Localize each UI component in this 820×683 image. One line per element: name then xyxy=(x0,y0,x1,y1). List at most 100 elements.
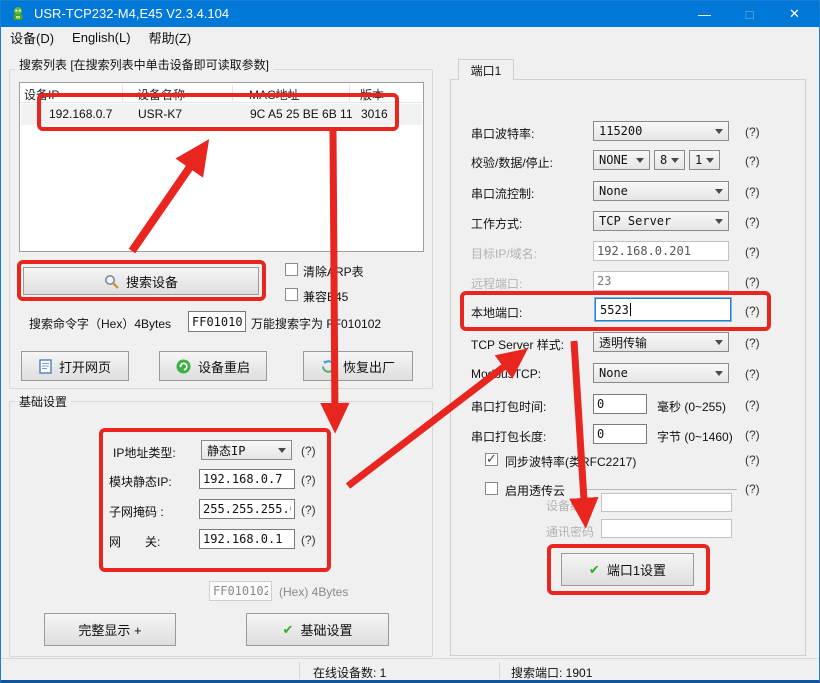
maximize-button[interactable]: □ xyxy=(727,1,772,27)
chevron-down-icon xyxy=(636,158,644,163)
local-port-help[interactable]: (?) xyxy=(745,304,760,318)
pack-len-help[interactable]: (?) xyxy=(745,428,760,442)
flow-select[interactable]: None xyxy=(593,181,729,201)
target-ip-help[interactable]: (?) xyxy=(745,245,760,259)
search-group-title: 搜索列表 [在搜索列表中单击设备即可读取参数] xyxy=(15,56,273,73)
baud-help[interactable]: (?) xyxy=(745,125,760,139)
check-icon: ✔ xyxy=(283,622,294,638)
work-mode-help[interactable]: (?) xyxy=(745,215,760,229)
open-web-label: 打开网页 xyxy=(59,357,111,376)
minimize-icon: — xyxy=(698,7,711,22)
pack-len-input[interactable] xyxy=(593,424,647,444)
sync-baud-help[interactable]: (?) xyxy=(745,453,760,467)
search-device-button[interactable]: 搜索设备 xyxy=(23,267,259,295)
compat-e45-label: 兼容E45 xyxy=(303,288,348,305)
pack-time-input[interactable] xyxy=(593,394,647,414)
compat-e45-checkbox[interactable] xyxy=(285,288,298,301)
password-label: 通讯密码 xyxy=(546,523,594,540)
work-mode-select[interactable]: TCP Server xyxy=(593,211,729,231)
minimize-button[interactable]: — xyxy=(682,1,727,27)
menu-device[interactable]: 设备(D) xyxy=(1,26,63,49)
app-window: USR-TCP232-M4,E45 V2.3.4.104 — □ ✕ 设备(D)… xyxy=(0,0,820,683)
baud-value: 115200 xyxy=(599,124,642,138)
local-port-value: 5523 xyxy=(600,303,629,317)
ip-type-select[interactable]: 静态IP xyxy=(201,440,292,460)
col-mac[interactable]: MAC地址 xyxy=(249,86,300,103)
tab-port1[interactable]: 端口1 xyxy=(458,59,514,80)
parity-value: NONE xyxy=(599,153,628,167)
parity-help[interactable]: (?) xyxy=(745,154,760,168)
cloud-help[interactable]: (?) xyxy=(745,482,760,496)
cell-mac: 9C A5 25 BE 6B 11 xyxy=(250,107,353,121)
tcp-style-value: 透明传输 xyxy=(599,334,647,351)
baud-label: 串口波特率: xyxy=(471,125,534,142)
table-row[interactable]: 192.168.0.7 USR-K7 9C A5 25 BE 6B 11 301… xyxy=(21,104,422,125)
chevron-down-icon xyxy=(715,129,723,134)
databits-select[interactable]: 8 xyxy=(654,150,685,170)
baud-select[interactable]: 115200 xyxy=(593,121,729,141)
clear-arp-checkbox[interactable] xyxy=(285,263,298,276)
col-version[interactable]: 版本 xyxy=(360,86,384,103)
ip-type-value: 静态IP xyxy=(207,442,245,459)
flow-value: None xyxy=(599,184,628,198)
modbus-select[interactable]: None xyxy=(593,363,729,383)
document-icon xyxy=(39,359,52,374)
ip-type-help[interactable]: (?) xyxy=(301,444,316,458)
pack-time-unit: 毫秒 (0~255) xyxy=(657,398,726,415)
search-cmd-input[interactable] xyxy=(188,311,246,332)
parity-select[interactable]: NONE xyxy=(593,150,650,170)
chevron-down-icon xyxy=(671,158,679,163)
sync-baud-label: 同步波特率(类RFC2217) xyxy=(505,453,636,470)
device-list-header: 设备IP 设备名称 MAC地址 版本 xyxy=(20,83,423,103)
factory-reset-button[interactable]: 恢复出厂 xyxy=(303,351,413,381)
col-device-name[interactable]: 设备名称 xyxy=(137,86,185,103)
device-id-input xyxy=(601,493,732,512)
local-port-input[interactable]: 5523 xyxy=(595,298,731,321)
close-button[interactable]: ✕ xyxy=(772,1,817,27)
online-device-count: 在线设备数: 1 xyxy=(313,664,386,681)
clear-arp-label: 清除ARP表 xyxy=(303,263,364,280)
restart-icon xyxy=(176,359,191,374)
modbus-help[interactable]: (?) xyxy=(745,367,760,381)
modbus-label: ModbusTCP: xyxy=(471,367,541,381)
col-device-ip[interactable]: 设备IP xyxy=(24,86,59,103)
basic-set-label: 基础设置 xyxy=(300,620,352,639)
device-list: 设备IP 设备名称 MAC地址 版本 192.168.0.7 USR-K7 9C… xyxy=(19,82,424,252)
gateway-input[interactable] xyxy=(199,529,295,549)
static-ip-help[interactable]: (?) xyxy=(301,473,316,487)
tcp-style-help[interactable]: (?) xyxy=(745,336,760,350)
databits-value: 8 xyxy=(660,153,667,167)
cloud-checkbox[interactable] xyxy=(485,482,498,495)
subnet-help[interactable]: (?) xyxy=(301,503,316,517)
static-ip-input[interactable] xyxy=(199,469,295,489)
factory-reset-icon xyxy=(321,359,336,374)
search-cmd-label: 搜索命令字（Hex）4Bytes xyxy=(29,315,171,332)
tcp-style-label: TCP Server 样式: xyxy=(471,336,564,353)
chevron-down-icon xyxy=(715,371,723,376)
sync-baud-checkbox[interactable]: ✓ xyxy=(485,453,498,466)
app-icon xyxy=(10,6,26,22)
flow-help[interactable]: (?) xyxy=(745,185,760,199)
subnet-input[interactable] xyxy=(199,499,295,519)
restart-device-button[interactable]: 设备重启 xyxy=(159,351,267,381)
cell-device-ip: 192.168.0.7 xyxy=(49,107,112,121)
gateway-help[interactable]: (?) xyxy=(301,533,316,547)
pack-time-help[interactable]: (?) xyxy=(745,398,760,412)
menu-bar: 设备(D) English(L) 帮助(Z) xyxy=(1,27,819,49)
checkmark-icon: ✓ xyxy=(486,451,497,467)
menu-help[interactable]: 帮助(Z) xyxy=(140,26,201,49)
static-ip-label: 模块静态IP: xyxy=(109,473,172,490)
open-web-button[interactable]: 打开网页 xyxy=(21,351,129,381)
basic-set-button[interactable]: ✔ 基础设置 xyxy=(246,613,389,646)
port1-set-button[interactable]: ✔ 端口1设置 xyxy=(561,553,694,586)
menu-english[interactable]: English(L) xyxy=(63,28,140,47)
stopbits-value: 1 xyxy=(695,153,702,167)
remote-port-help[interactable]: (?) xyxy=(745,275,760,289)
hex-display-label: (Hex) 4Bytes xyxy=(279,585,348,599)
cloud-divider xyxy=(585,489,737,490)
stopbits-select[interactable]: 1 xyxy=(689,150,720,170)
parity-label: 校验/数据/停止: xyxy=(471,154,553,171)
full-display-button[interactable]: 完整显示 + xyxy=(44,613,176,646)
tcp-style-select[interactable]: 透明传输 xyxy=(593,332,729,352)
target-ip-label: 目标IP/域名: xyxy=(471,245,537,262)
